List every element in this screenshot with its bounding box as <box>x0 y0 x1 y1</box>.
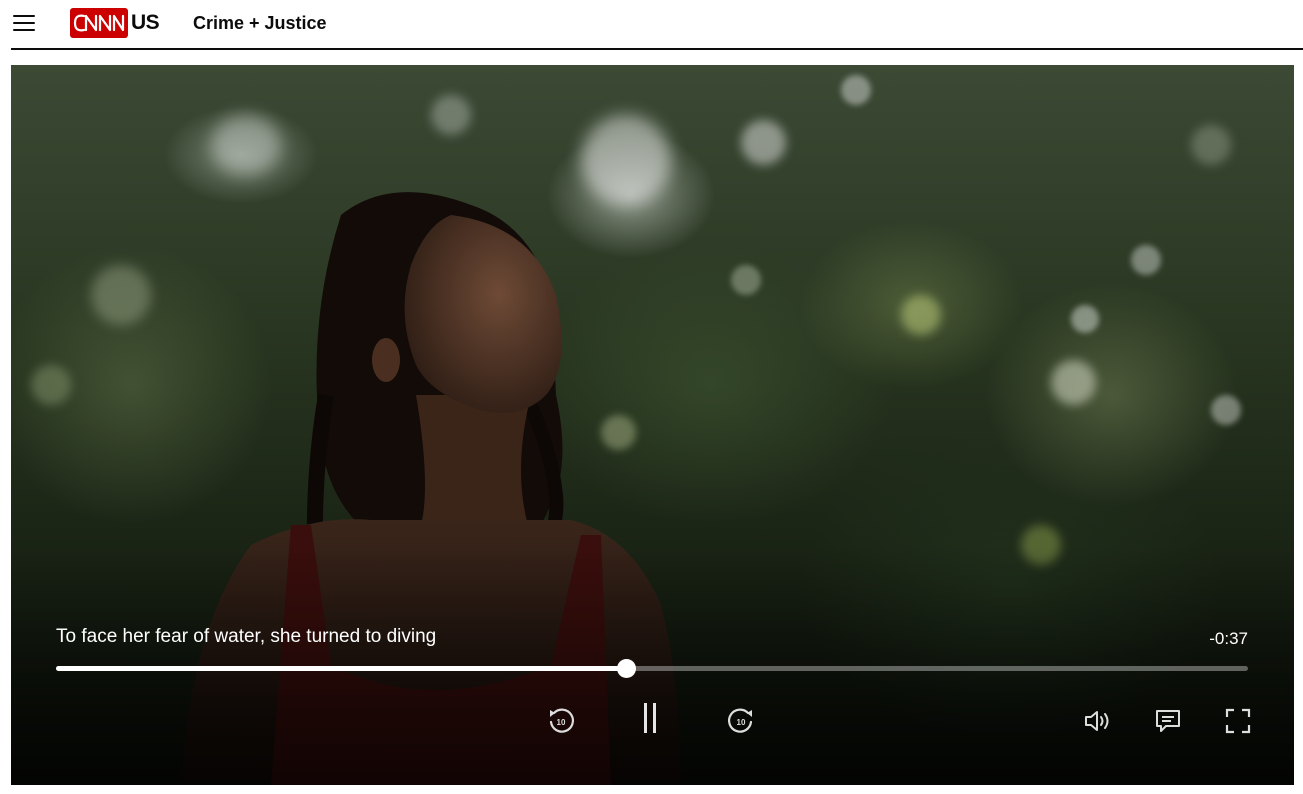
progress-bar[interactable] <box>56 659 1248 678</box>
edition-label: US <box>131 11 160 34</box>
rewind-10-button[interactable]: 10 <box>541 701 581 741</box>
forward-seconds: 10 <box>737 718 746 727</box>
forward-10-button[interactable]: 10 <box>721 701 761 741</box>
pause-icon <box>644 703 656 733</box>
fullscreen-button[interactable] <box>1218 701 1258 741</box>
volume-icon <box>1085 711 1109 731</box>
rewind-seconds: 10 <box>557 718 566 727</box>
pause-button[interactable] <box>630 698 670 738</box>
video-player[interactable]: To face her fear of water, she turned to… <box>11 65 1294 785</box>
progress-played <box>56 666 626 671</box>
menu-icon[interactable] <box>13 12 39 34</box>
cnn-logo[interactable]: US <box>70 8 160 38</box>
cnn-logo-mark <box>70 8 128 38</box>
captions-icon <box>1156 710 1180 732</box>
volume-button[interactable] <box>1078 701 1118 741</box>
fullscreen-icon <box>1225 708 1251 734</box>
section-title[interactable]: Crime + Justice <box>193 13 327 34</box>
controls-gradient <box>11 545 1294 785</box>
rewind-10-icon: 10 <box>549 708 574 733</box>
time-remaining: -0:37 <box>1209 629 1248 648</box>
video-title: To face her fear of water, she turned to… <box>56 626 437 647</box>
forward-10-icon: 10 <box>728 708 753 733</box>
site-header: US Crime + Justice <box>0 0 1303 48</box>
progress-scrubber[interactable] <box>616 659 636 678</box>
header-divider <box>11 48 1303 50</box>
captions-button[interactable] <box>1148 701 1188 741</box>
